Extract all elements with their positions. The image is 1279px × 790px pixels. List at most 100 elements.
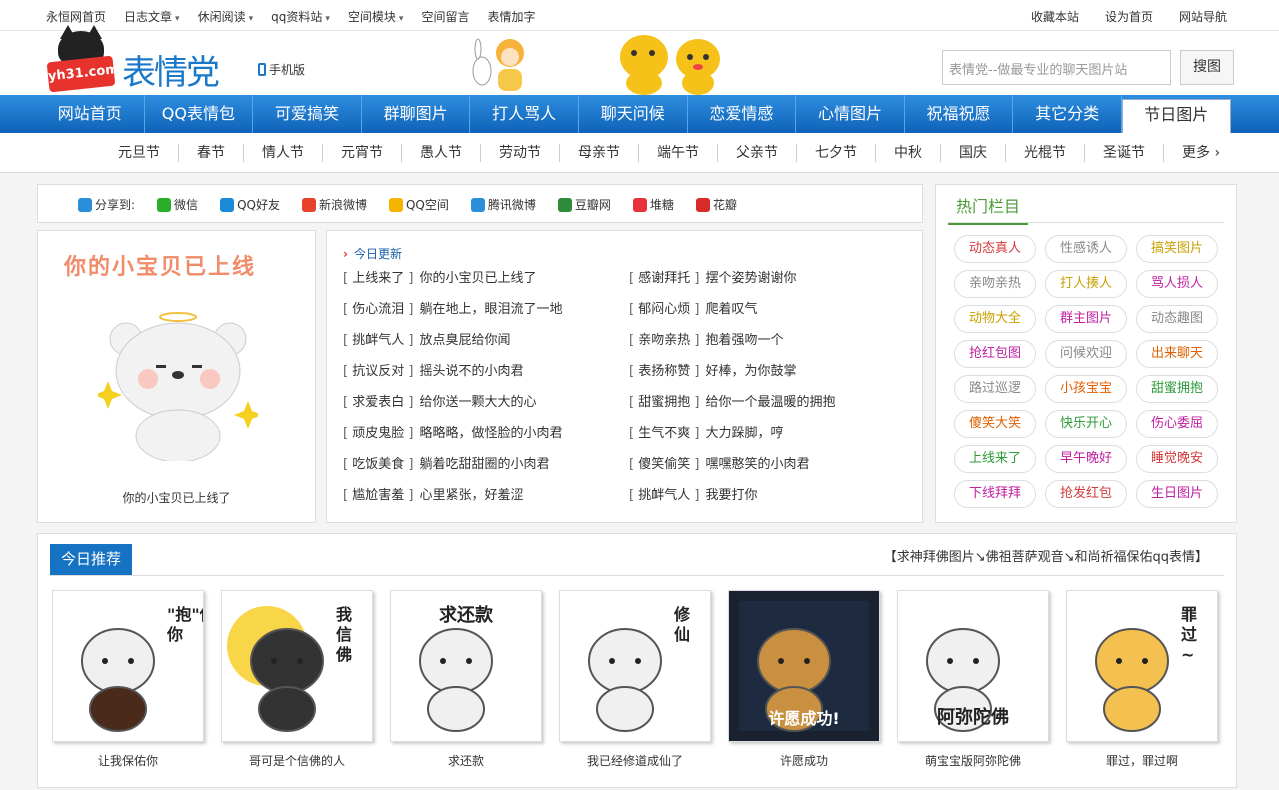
update-title[interactable]: 给你一个最温暖的拥抱 <box>705 395 835 410</box>
recommend-image[interactable]: 许愿成功! <box>728 590 880 742</box>
subnav-item[interactable]: 情人节 <box>244 144 323 162</box>
recommend-caption[interactable]: 许愿成功 <box>728 752 880 769</box>
top-link[interactable]: 休闲阅读 <box>198 8 254 25</box>
update-row[interactable]: [ 挑衅气人 ] 我要打你 <box>629 484 835 515</box>
update-category[interactable]: [ 生气不爽 ] <box>629 426 699 441</box>
nav-item[interactable]: 可爱搞笑 <box>253 95 362 133</box>
update-row[interactable]: [ 求爱表白 ] 给你送一颗大大的心 <box>343 391 562 422</box>
update-title[interactable]: 摆个姿势谢谢你 <box>705 271 796 286</box>
share-item[interactable]: QQ好友 <box>220 196 280 213</box>
update-row[interactable]: [ 顽皮鬼脸 ] 略略略，做怪脸的小肉君 <box>343 422 562 453</box>
update-title[interactable]: 躺着吃甜甜圈的小肉君 <box>419 457 549 472</box>
subnav-item[interactable]: 元旦节 <box>100 144 179 162</box>
update-row[interactable]: [ 表扬称赞 ] 好棒，为你鼓掌 <box>629 360 835 391</box>
hot-tag[interactable]: 打人揍人 <box>1045 270 1127 298</box>
hot-tag[interactable]: 群主图片 <box>1045 305 1127 333</box>
subnav-item[interactable]: 春节 <box>179 144 244 162</box>
hot-tag[interactable]: 性感诱人 <box>1045 235 1127 263</box>
nav-item[interactable]: 网站首页 <box>36 95 145 133</box>
hot-tag[interactable]: 路过巡逻 <box>954 375 1036 403</box>
top-link[interactable]: 永恒网首页 <box>46 8 106 25</box>
update-row[interactable]: [ 甜蜜拥抱 ] 给你一个最温暖的拥抱 <box>629 391 835 422</box>
subnav-item[interactable]: 更多 › <box>1164 144 1238 162</box>
search-button[interactable]: 搜图 <box>1180 50 1234 85</box>
hot-tag[interactable]: 出来聊天 <box>1136 340 1218 368</box>
update-title[interactable]: 放点臭屁给你闻 <box>419 333 510 348</box>
nav-item[interactable]: 打人骂人 <box>470 95 579 133</box>
subnav-item[interactable]: 愚人节 <box>402 144 481 162</box>
hot-tag[interactable]: 睡觉晚安 <box>1136 445 1218 473</box>
recommend-card[interactable]: 罪过~ 罪过，罪过啊 <box>1066 590 1218 769</box>
update-category[interactable]: [ 表扬称赞 ] <box>629 364 699 379</box>
hot-tag[interactable]: 搞笑图片 <box>1136 235 1218 263</box>
update-category[interactable]: [ 求爱表白 ] <box>343 395 413 410</box>
hot-tag[interactable]: 骂人损人 <box>1136 270 1218 298</box>
update-category[interactable]: [ 吃饭美食 ] <box>343 457 413 472</box>
recommend-caption[interactable]: 萌宝宝版阿弥陀佛 <box>897 752 1049 769</box>
update-category[interactable]: [ 伤心流泪 ] <box>343 302 413 317</box>
top-link[interactable]: qq资料站 <box>271 8 330 25</box>
subnav-item[interactable]: 国庆 <box>941 144 1006 162</box>
recommend-card[interactable]: 我信佛 哥可是个信佛的人 <box>221 590 373 769</box>
update-category[interactable]: [ 感谢拜托 ] <box>629 271 699 286</box>
recommend-image[interactable]: 罪过~ <box>1066 590 1218 742</box>
recommend-caption[interactable]: 罪过，罪过啊 <box>1066 752 1218 769</box>
update-category[interactable]: [ 挑衅气人 ] <box>343 333 413 348</box>
share-item[interactable]: 微信 <box>157 196 198 213</box>
share-item[interactable]: 豆瓣网 <box>557 196 611 213</box>
update-row[interactable]: [ 亲吻亲热 ] 抱着强吻一个 <box>629 329 835 360</box>
share-item[interactable]: 新浪微博 <box>301 196 367 213</box>
update-row[interactable]: [ 郁闷心烦 ] 爬着叹气 <box>629 298 835 329</box>
recommend-caption[interactable]: 让我保佑你 <box>52 752 204 769</box>
recommend-card[interactable]: 修仙 我已经修道成仙了 <box>559 590 711 769</box>
featured-image-panel[interactable]: 你的小宝贝已上线 你的小宝贝已上线了 <box>37 230 316 523</box>
update-category[interactable]: [ 顽皮鬼脸 ] <box>343 426 413 441</box>
top-link[interactable]: 日志文章 <box>124 8 180 25</box>
update-title[interactable]: 抱着强吻一个 <box>705 333 783 348</box>
subnav-item[interactable]: 光棍节 <box>1006 144 1085 162</box>
nav-item[interactable]: 聊天问候 <box>579 95 688 133</box>
nav-item[interactable]: 节日图片 <box>1121 99 1231 133</box>
subnav-item[interactable]: 七夕节 <box>797 144 876 162</box>
update-title[interactable]: 爬着叹气 <box>705 302 757 317</box>
hot-tag[interactable]: 生日图片 <box>1136 480 1218 508</box>
hot-tag[interactable]: 小孩宝宝 <box>1045 375 1127 403</box>
recommend-caption[interactable]: 哥可是个信佛的人 <box>221 752 373 769</box>
recommend-card[interactable]: "抱"佑你让我保佑你 <box>52 590 204 769</box>
update-row[interactable]: [ 上线来了 ] 你的小宝贝已上线了 <box>343 267 562 298</box>
update-title[interactable]: 好棒，为你鼓掌 <box>705 364 796 379</box>
subnav-item[interactable]: 母亲节 <box>560 144 639 162</box>
top-link-right[interactable]: 收藏本站 <box>1031 8 1079 25</box>
hot-tag[interactable]: 甜蜜拥抱 <box>1136 375 1218 403</box>
hot-tag[interactable]: 早午晚好 <box>1045 445 1127 473</box>
update-category[interactable]: [ 挑衅气人 ] <box>629 488 699 503</box>
recommend-card[interactable]: 许愿成功! 许愿成功 <box>728 590 880 769</box>
nav-item[interactable]: 其它分类 <box>1013 95 1122 133</box>
nav-item[interactable]: 群聊图片 <box>362 95 471 133</box>
top-link[interactable]: 表情加字 <box>487 8 535 25</box>
recommend-card[interactable]: 阿弥陀佛萌宝宝版阿弥陀佛 <box>897 590 1049 769</box>
share-item[interactable]: QQ空间 <box>388 196 449 213</box>
nav-item[interactable]: 恋爱情感 <box>688 95 797 133</box>
update-row[interactable]: [ 尴尬害羞 ] 心里紧张，好羞涩 <box>343 484 562 515</box>
subnav-item[interactable]: 劳动节 <box>481 144 560 162</box>
hot-tag[interactable]: 亲吻亲热 <box>954 270 1036 298</box>
hot-tag[interactable]: 动态趣图 <box>1136 305 1218 333</box>
subnav-item[interactable]: 圣诞节 <box>1085 144 1164 162</box>
share-item[interactable]: 花瓣 <box>695 196 737 213</box>
update-title[interactable]: 摇头说不的小肉君 <box>419 364 523 379</box>
recommend-image[interactable]: 阿弥陀佛 <box>897 590 1049 742</box>
update-category[interactable]: [ 甜蜜拥抱 ] <box>629 395 699 410</box>
share-item[interactable]: 腾讯微博 <box>470 196 536 213</box>
nav-item[interactable]: 祝福祝愿 <box>905 95 1014 133</box>
update-title[interactable]: 大力跺脚，哼 <box>705 426 783 441</box>
recommend-image[interactable]: 修仙 <box>559 590 711 742</box>
recommend-card[interactable]: 求还款 求还款 <box>390 590 542 769</box>
update-row[interactable]: [ 挑衅气人 ] 放点臭屁给你闻 <box>343 329 562 360</box>
update-row[interactable]: [ 吃饭美食 ] 躺着吃甜甜圈的小肉君 <box>343 453 562 484</box>
search-input[interactable]: 表情党--做最专业的聊天图片站 <box>942 50 1171 85</box>
recommend-image[interactable]: "抱"佑你 <box>52 590 204 742</box>
update-row[interactable]: [ 感谢拜托 ] 摆个姿势谢谢你 <box>629 267 835 298</box>
update-row[interactable]: [ 生气不爽 ] 大力跺脚，哼 <box>629 422 835 453</box>
recommend-caption[interactable]: 求还款 <box>390 752 542 769</box>
